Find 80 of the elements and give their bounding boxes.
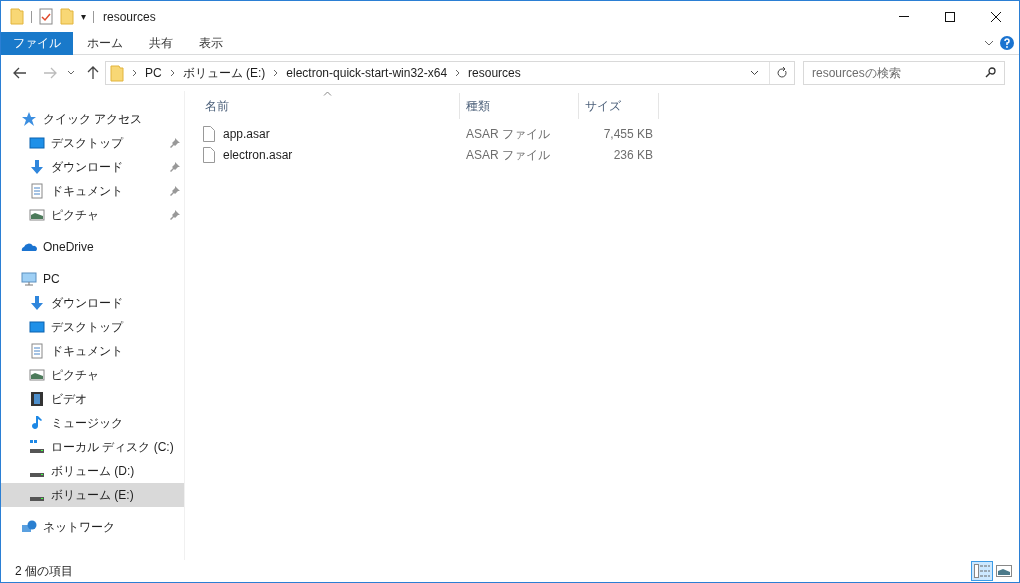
drive-icon (29, 496, 45, 502)
music-note-icon (29, 415, 45, 431)
table-cell-text: 7,455 KB (602, 125, 653, 143)
sidebar-item[interactable]: クイック アクセス (1, 107, 184, 131)
drive-icon (29, 439, 45, 455)
download-icon (29, 295, 45, 311)
ribbon-tab[interactable]: 表示 (187, 31, 235, 55)
address-bar[interactable]: PC ボリューム (E:) electron-quick-start-win32-x64 resources (105, 61, 795, 85)
folder-icon (60, 8, 74, 25)
file-name[interactable]: electron.asar (223, 145, 293, 164)
sidebar-item[interactable]: ローカル ディスク (C:) (1, 435, 184, 459)
document-icon (29, 343, 45, 359)
sidebar-item[interactable]: ネットワーク (1, 515, 184, 539)
sidebar-item[interactable]: OneDrive (1, 235, 184, 259)
column-header[interactable]: サイズ (579, 93, 659, 119)
ribbon-tab[interactable]: ホーム (75, 31, 135, 55)
file-icon (203, 125, 215, 142)
sidebar-item[interactable]: デスクトップ (1, 131, 184, 155)
chevron-right-icon (455, 69, 461, 77)
refresh-icon[interactable] (776, 67, 788, 79)
chevron-icon[interactable] (750, 70, 759, 76)
monitor-icon (29, 319, 45, 335)
ribbon-tab[interactable]: 共有 (137, 31, 185, 55)
sidebar-item[interactable]: デスクトップ (1, 315, 184, 339)
minimize-icon (899, 16, 909, 17)
document-icon (29, 183, 45, 199)
help-icon[interactable] (1000, 36, 1014, 50)
breadcrumb[interactable]: resources (468, 64, 521, 82)
search-field[interactable]: resourcesの検索 (803, 61, 1005, 85)
sidebar-item[interactable]: ドキュメント (1, 339, 184, 363)
close-icon (991, 11, 1001, 22)
breadcrumb[interactable]: PC (145, 64, 162, 82)
sidebar-item[interactable]: ピクチャ (1, 203, 184, 227)
table-cell-text: ASAR ファイル (465, 146, 551, 164)
search-icon (985, 67, 996, 78)
dropdown-caret[interactable]: ▾ (81, 9, 86, 24)
star-icon (21, 111, 37, 127)
picture-icon (29, 207, 45, 223)
chevron-right-icon (132, 69, 137, 77)
window-title: resources (103, 8, 156, 26)
sidebar-item[interactable]: ピクチャ (1, 363, 184, 387)
sidebar-item[interactable]: ダウンロード (1, 155, 184, 179)
up-arrow-icon[interactable] (87, 66, 99, 80)
sidebar-item[interactable]: ドキュメント (1, 179, 184, 203)
download-icon (29, 159, 45, 175)
back-arrow-icon[interactable] (13, 67, 27, 79)
ribbon-tab[interactable]: ファイル (1, 31, 73, 55)
film-icon (29, 391, 45, 407)
drive-icon (29, 472, 45, 478)
details-view-icon (974, 564, 990, 578)
chevron-right-icon (273, 69, 279, 77)
table-cell-text: ASAR ファイル (465, 125, 551, 143)
folder-icon (10, 8, 24, 25)
picture-icon (29, 367, 45, 383)
sidebar-item[interactable]: ボリューム (E:) (1, 483, 184, 507)
sidebar-item[interactable]: PC (1, 267, 184, 291)
maximize-icon (945, 11, 955, 22)
view-button[interactable] (971, 561, 993, 581)
sidebar-item[interactable]: ビデオ (1, 387, 184, 411)
chevron-right-icon (169, 69, 175, 77)
checklist-icon[interactable] (39, 8, 53, 25)
computer-icon (21, 271, 37, 287)
column-header[interactable]: 名前 (203, 93, 460, 119)
file-icon (203, 146, 215, 163)
breadcrumb[interactable]: electron-quick-start-win32-x64 (286, 64, 448, 82)
thumbnail-view-icon (996, 565, 1012, 577)
column-header[interactable]: 種類 (460, 93, 579, 119)
folder-icon (110, 64, 124, 82)
sidebar-item[interactable]: ミュージック (1, 411, 184, 435)
file-name[interactable]: app.asar (223, 124, 270, 143)
network-icon (21, 519, 37, 535)
table-cell-text: 236 KB (612, 146, 653, 164)
breadcrumb[interactable]: ボリューム (E:) (182, 64, 266, 82)
monitor-icon (29, 135, 45, 151)
item-count: 2 個の項目 (15, 563, 73, 580)
sidebar-item[interactable]: ボリューム (D:) (1, 459, 184, 483)
chevron-icon[interactable] (67, 70, 75, 76)
sort-caret-icon (323, 91, 332, 96)
sidebar-item[interactable]: ダウンロード (1, 291, 184, 315)
chevron-icon[interactable] (984, 39, 994, 47)
